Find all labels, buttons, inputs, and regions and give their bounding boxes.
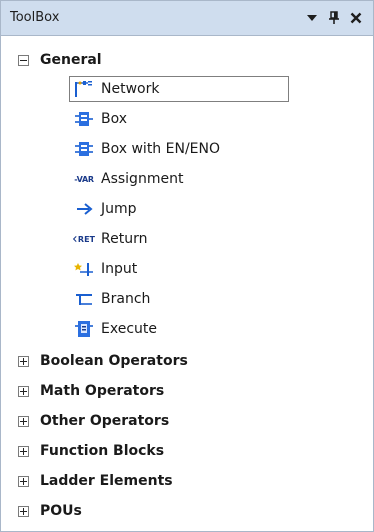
jump-icon — [73, 200, 95, 218]
tool-item-branch[interactable]: Branch — [73, 287, 150, 311]
toolbox-panel: ToolBox General Network Box Box with EN/… — [0, 0, 374, 532]
input-icon — [73, 260, 95, 278]
toolbox-tree: General Network Box Box with EN/ENO -VAR… — [1, 36, 373, 531]
tool-item-label: Network — [101, 81, 160, 97]
category-ladder-elements[interactable]: Ladder Elements — [18, 469, 173, 493]
tool-item-label: Input — [101, 261, 138, 277]
box-icon — [73, 110, 95, 128]
tool-item-return[interactable]: RET Return — [73, 227, 147, 251]
category-label: Function Blocks — [40, 443, 165, 459]
expand-icon[interactable] — [18, 475, 29, 487]
tool-item-input[interactable]: Input — [73, 257, 137, 281]
category-label: Math Operators — [40, 383, 165, 399]
collapse-icon[interactable] — [18, 54, 29, 66]
return-icon: RET — [73, 230, 95, 248]
tool-item-network[interactable]: Network — [69, 76, 289, 102]
expand-icon[interactable] — [18, 385, 29, 397]
box-en-eno-icon — [73, 140, 95, 158]
expand-icon[interactable] — [18, 445, 29, 457]
tool-item-jump[interactable]: Jump — [73, 197, 137, 221]
expand-icon[interactable] — [18, 505, 29, 517]
tool-item-label: Box with EN/ENO — [101, 141, 220, 157]
tool-item-label: Jump — [101, 201, 137, 217]
category-label: Boolean Operators — [40, 353, 188, 369]
branch-icon — [73, 290, 95, 308]
category-label: Other Operators — [40, 413, 170, 429]
tool-item-label: Return — [101, 231, 148, 247]
category-boolean-operators[interactable]: Boolean Operators — [18, 349, 188, 373]
category-label: General — [40, 52, 102, 68]
category-function-blocks[interactable]: Function Blocks — [18, 439, 164, 463]
toolbox-titlebar: ToolBox — [1, 1, 373, 36]
tool-item-execute[interactable]: Execute — [73, 317, 157, 341]
network-icon — [73, 80, 95, 98]
category-math-operators[interactable]: Math Operators — [18, 379, 164, 403]
category-pous[interactable]: POUs — [18, 499, 82, 523]
category-general[interactable]: General — [18, 48, 102, 72]
tool-item-assignment[interactable]: -VAR Assignment — [73, 167, 183, 191]
category-label: POUs — [40, 503, 82, 519]
tool-item-box-en-eno[interactable]: Box with EN/ENO — [73, 137, 220, 161]
tool-item-label: Assignment — [101, 171, 184, 187]
tool-item-box[interactable]: Box — [73, 107, 127, 131]
panel-title: ToolBox — [10, 10, 60, 25]
category-other-operators[interactable]: Other Operators — [18, 409, 169, 433]
execute-icon — [73, 320, 95, 338]
expand-icon[interactable] — [18, 415, 29, 427]
tool-item-label: Execute — [101, 321, 157, 337]
dropdown-arrow-icon[interactable] — [302, 7, 322, 29]
expand-icon[interactable] — [18, 355, 29, 367]
close-icon[interactable] — [346, 7, 366, 29]
assignment-icon: -VAR — [74, 174, 94, 184]
tool-item-label: Branch — [101, 291, 151, 307]
tool-item-label: Box — [101, 111, 128, 127]
category-label: Ladder Elements — [40, 473, 173, 489]
pin-icon[interactable] — [324, 7, 344, 29]
